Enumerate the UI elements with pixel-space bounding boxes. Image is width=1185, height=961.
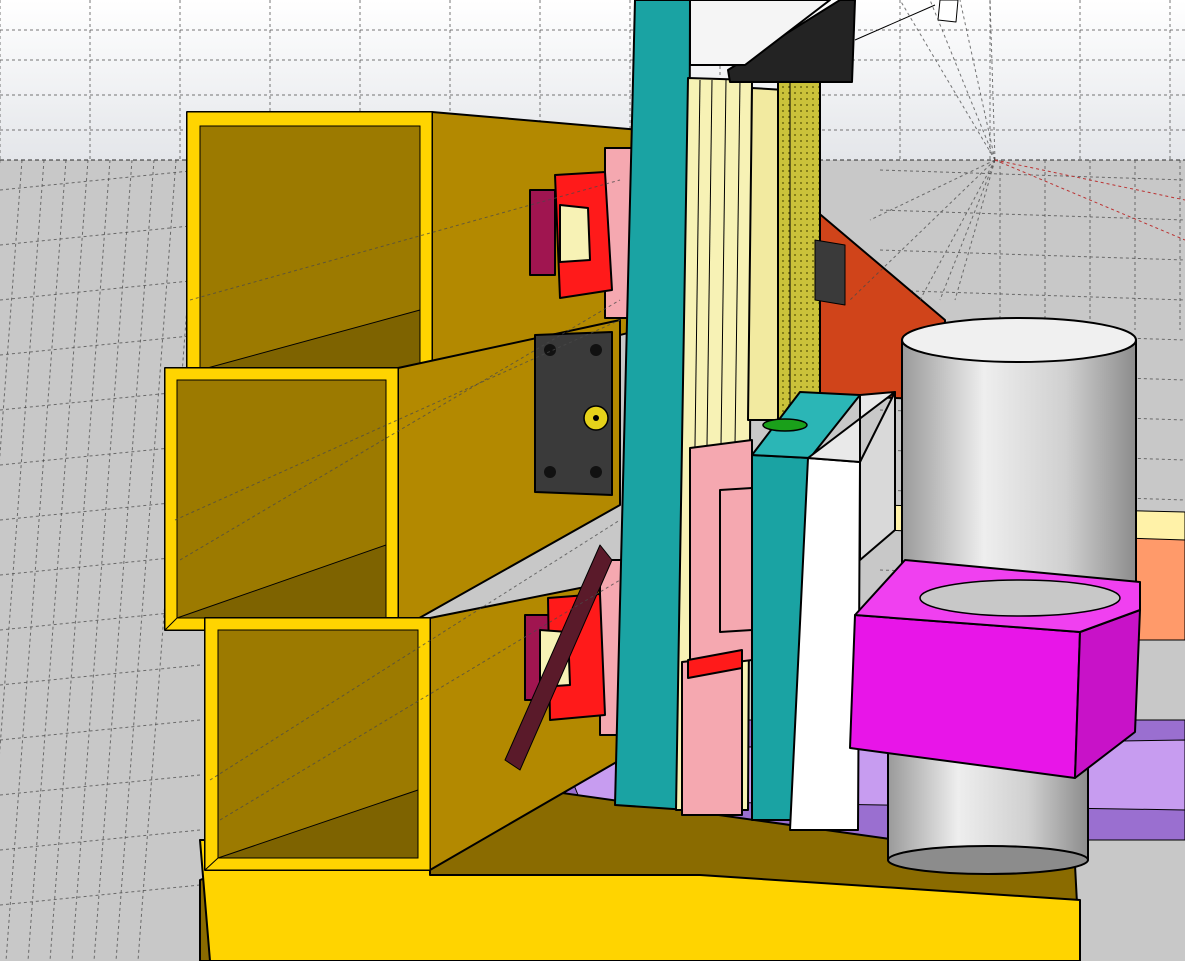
bearing-block	[534, 331, 613, 496]
cnc-gantry-model-render[interactable]	[0, 0, 1185, 961]
3d-model-viewport[interactable]	[0, 0, 1185, 961]
screw-bearing-small	[814, 239, 846, 306]
spindle-clamp	[849, 559, 1141, 779]
ball-screw	[777, 79, 821, 431]
z-carriage-blocks	[681, 439, 753, 816]
